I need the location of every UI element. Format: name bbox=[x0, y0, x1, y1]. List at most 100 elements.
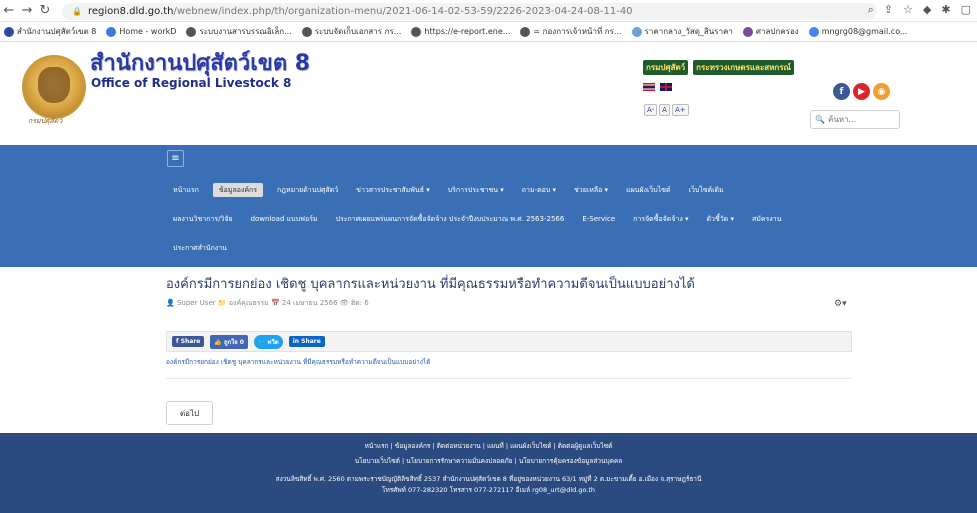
nav-item[interactable]: ช่วยเหลือ ▾ bbox=[570, 183, 612, 197]
nav-row-2: ผลงานวิชาการ/วิจัย download แบบฟอร์ม ประกา… bbox=[169, 212, 785, 226]
logo-caption: กรมปศุสัตว์ bbox=[28, 117, 63, 125]
folder-icon: 📁 bbox=[217, 299, 227, 307]
twitter-tweet-button[interactable]: 🐦 ทวีต bbox=[253, 334, 283, 349]
nav-item[interactable]: ประกาศเผยแพร่แผนการจัดซื้อจัดจ้าง ประจำป… bbox=[332, 212, 569, 226]
nav-item[interactable]: บริการประชาชน ▾ bbox=[444, 183, 508, 197]
facebook-icon[interactable]: f bbox=[833, 83, 850, 100]
next-button[interactable]: ต่อไป bbox=[166, 401, 213, 425]
rss-icon[interactable]: ◉ bbox=[873, 83, 890, 100]
calendar-icon: 📅 bbox=[270, 299, 280, 307]
logo-emblem bbox=[38, 67, 70, 103]
bookmark-item[interactable]: ศาลปกครอง bbox=[742, 25, 799, 38]
facebook-share-button[interactable]: f Share bbox=[172, 336, 205, 347]
nav-item[interactable]: ข่าวสารประชาสัมพันธ์ ▾ bbox=[352, 183, 434, 197]
bookmark-label: mngrg08@gmail.co... bbox=[821, 27, 908, 36]
bookmark-item[interactable]: ระบบจัดเก็บเอกสาร กร... bbox=[301, 25, 402, 38]
main-navigation: ≡ หน้าแรก ข้อมูลองค์กร กฎหมายด้านปศุสัตว์ ข… bbox=[0, 145, 977, 267]
bookmarks-bar: สำนักงานปศุสัตว์เขต 8 Home - workD ระบบงาน… bbox=[0, 22, 977, 42]
linkedin-share-button[interactable]: in Share bbox=[288, 336, 325, 347]
footer-contact: โทรศัพท์ 077-282320 โทรสาร 077-272117 อี… bbox=[381, 486, 596, 494]
nav-item[interactable]: ประกาศสำนักงาน bbox=[169, 241, 231, 255]
gear-icon[interactable]: ⚙▾ bbox=[834, 299, 847, 309]
lock-icon: 🔒 bbox=[72, 7, 82, 16]
social-links: f ▶ ◉ bbox=[833, 83, 890, 100]
article-date: 24 เมษายน 2566 bbox=[281, 299, 338, 307]
article-category[interactable]: องค์คุณธรรม bbox=[229, 299, 269, 307]
dld-link[interactable]: กรมปศุสัตว์ bbox=[643, 60, 689, 75]
search-input[interactable] bbox=[827, 115, 898, 124]
extension-icon[interactable]: ◆ bbox=[923, 3, 931, 17]
bookmark-item[interactable]: สำนักงานปศุสัตว์เขต 8 bbox=[4, 25, 96, 38]
bookmark-label: สำนักงานปศุสัตว์เขต 8 bbox=[17, 27, 97, 36]
nav-item[interactable]: กฎหมายด้านปศุสัตว์ bbox=[273, 183, 342, 197]
moac-link[interactable]: กระทรวงเกษตรและสหกรณ์ bbox=[693, 60, 794, 75]
bookmark-label: ระบบจัดเก็บเอกสาร กร... bbox=[314, 27, 402, 36]
nav-item[interactable]: ตัวชี้วัด ▾ bbox=[703, 212, 738, 226]
address-bar[interactable]: 🔒 region8.dld.go.th/webnew/index.php/th/… bbox=[62, 3, 877, 20]
nav-row-1: หน้าแรก ข้อมูลองค์กร กฎหมายด้านปศุสัตว์ ข่า… bbox=[169, 183, 728, 197]
site-title-english[interactable]: Office of Regional Livestock 8 bbox=[91, 76, 291, 90]
article-meta: 👤 Super User 📁 องค์คุณธรรม 📅 24 เมษายน 2… bbox=[166, 298, 369, 309]
puzzle-icon[interactable]: ✱ bbox=[941, 3, 950, 17]
facebook-like-button[interactable]: 👍 ถูกใจ 0 bbox=[210, 334, 248, 349]
article-author: Super User bbox=[176, 299, 216, 307]
bookmark-label: https://e-report.ene... bbox=[424, 27, 511, 36]
bookmark-favicon-icon bbox=[4, 26, 14, 37]
bookmark-item[interactable]: Home - workD bbox=[106, 26, 177, 37]
bookmark-label: ระบบงานสารบรรณอิเล็ก... bbox=[199, 27, 292, 36]
font-decrease-button[interactable]: A- bbox=[644, 104, 658, 116]
bookmark-item[interactable]: ระบบงานสารบรรณอิเล็ก... bbox=[186, 25, 292, 38]
star-icon[interactable]: ☆ bbox=[903, 3, 913, 17]
english-flag-icon[interactable] bbox=[660, 83, 672, 91]
browser-actions: ⌕ ⇪ ☆ ◆ ✱ ▢ bbox=[868, 3, 971, 17]
back-icon[interactable]: ← bbox=[0, 3, 18, 18]
nav-item[interactable]: สมัครงาน bbox=[748, 212, 785, 226]
youtube-icon[interactable]: ▶ bbox=[853, 83, 870, 100]
site-title-thai[interactable]: สำนักงานปศุสัตว์เขต 8 bbox=[90, 45, 310, 80]
font-increase-button[interactable]: A+ bbox=[671, 104, 689, 116]
nav-item[interactable]: แผนผังเว็บไซต์ bbox=[622, 183, 675, 197]
nav-item[interactable]: เว็บไซต์เดิม bbox=[685, 183, 728, 197]
bookmark-favicon-icon bbox=[631, 26, 642, 37]
footer-copyright: สงวนลิขสิทธิ์ พ.ศ. 2560 ตามพระราชบัญญัติ… bbox=[275, 475, 702, 483]
font-reset-button[interactable]: A bbox=[659, 104, 670, 116]
site-footer: หน้าแรก | ข้อมูลองค์กร | ติดต่อหน่วยงาน … bbox=[0, 433, 977, 513]
share-bar: f Share 👍 ถูกใจ 0 🐦 ทวีต in Share bbox=[166, 331, 852, 352]
nav-item[interactable]: ข้อมูลองค์กร bbox=[212, 183, 264, 197]
nav-item[interactable]: การจัดซื้อจัดจ้าง ▾ bbox=[629, 212, 692, 226]
bookmark-item[interactable]: ราคากลาง_วัสดุ_สินราคา bbox=[631, 25, 733, 38]
bookmark-item[interactable]: https://e-report.ene... bbox=[411, 26, 511, 37]
menu-toggle-icon[interactable]: ≡ bbox=[167, 150, 184, 167]
bookmark-label: ราคากลาง_วัสดุ_สินราคา bbox=[644, 27, 733, 36]
bookmark-favicon-icon bbox=[106, 26, 117, 37]
article-hits: ฮิต: 6 bbox=[350, 299, 369, 307]
department-logo[interactable] bbox=[22, 55, 86, 119]
nav-item[interactable]: ผลงานวิชาการ/วิจัย bbox=[169, 212, 237, 226]
share-icon[interactable]: ⇪ bbox=[884, 3, 893, 17]
bookmark-favicon-icon bbox=[186, 26, 197, 37]
bookmark-item[interactable]: mngrg08@gmail.co... bbox=[808, 26, 908, 37]
bookmark-label: = กองการเจ้าหน้าที่ กร... bbox=[533, 27, 622, 36]
search-box: 🔍 bbox=[810, 110, 900, 129]
bookmark-favicon-icon bbox=[808, 26, 819, 37]
bookmark-label: Home - workD bbox=[119, 27, 177, 36]
bookmark-item[interactable]: = กองการเจ้าหน้าที่ กร... bbox=[520, 25, 622, 38]
nav-item[interactable]: หน้าแรก bbox=[169, 183, 203, 197]
thai-flag-icon[interactable] bbox=[643, 83, 655, 91]
nav-item[interactable]: ถาม-ตอบ ▾ bbox=[518, 183, 560, 197]
nav-item[interactable]: download แบบฟอร์ม bbox=[247, 212, 322, 226]
bookmark-label: ศาลปกครอง bbox=[755, 27, 799, 36]
bookmark-favicon-icon bbox=[301, 26, 312, 37]
footer-links[interactable]: หน้าแรก | ข้อมูลองค์กร | ติดต่อหน่วยงาน … bbox=[0, 441, 977, 451]
nav-item[interactable]: E-Service bbox=[578, 212, 619, 226]
site-header: กรมปศุสัตว์ สำนักงานปศุสัตว์เขต 8 Office… bbox=[0, 42, 977, 145]
browser-toolbar: ← → ↻ 🔒 region8.dld.go.th/webnew/index.p… bbox=[0, 0, 977, 22]
footer-policies[interactable]: นโยบายเว็บไซต์ | นโยบายการรักษาความมั่นค… bbox=[0, 456, 977, 466]
window-icon[interactable]: ▢ bbox=[961, 3, 971, 17]
reload-icon[interactable]: ↻ bbox=[36, 3, 54, 18]
zoom-icon[interactable]: ⌕ bbox=[868, 3, 874, 17]
article-title: องค์กรมีการยกย่อง เชิดชู บุคลากรและหน่วย… bbox=[166, 277, 695, 292]
forward-icon[interactable]: → bbox=[18, 3, 36, 18]
bookmark-favicon-icon bbox=[742, 26, 753, 37]
divider bbox=[166, 378, 852, 379]
